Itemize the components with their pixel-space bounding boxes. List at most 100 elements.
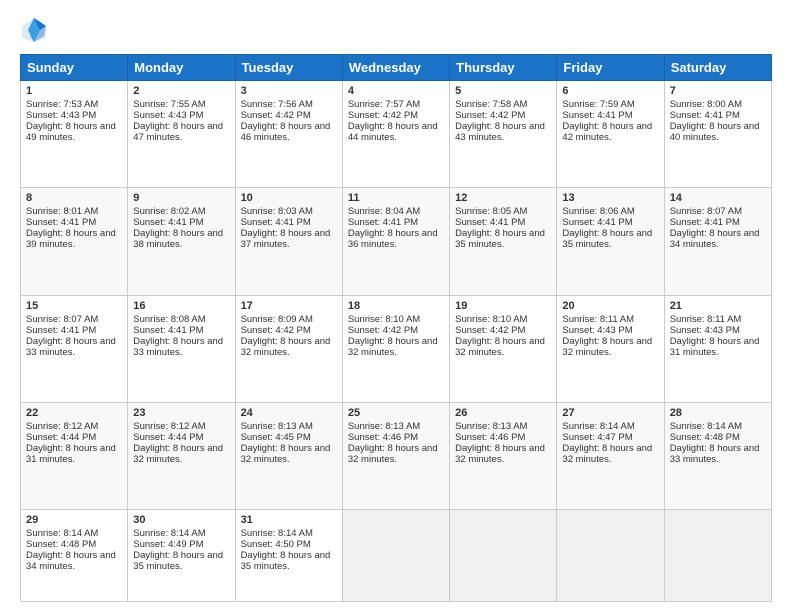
- sunrise-text: Sunrise: 8:07 AM: [26, 314, 98, 325]
- day-number: 30: [133, 514, 229, 526]
- sunset-text: Sunset: 4:44 PM: [133, 432, 203, 443]
- day-number: 24: [241, 407, 337, 419]
- sunset-text: Sunset: 4:43 PM: [670, 325, 740, 336]
- sunset-text: Sunset: 4:41 PM: [670, 110, 740, 121]
- sunrise-text: Sunrise: 7:59 AM: [562, 99, 634, 110]
- sunset-text: Sunset: 4:41 PM: [348, 217, 418, 228]
- daylight-text: Daylight: 8 hours and 47 minutes.: [133, 121, 223, 143]
- column-header-tuesday: Tuesday: [235, 55, 342, 81]
- daylight-text: Daylight: 8 hours and 32 minutes.: [455, 443, 545, 465]
- sunset-text: Sunset: 4:44 PM: [26, 432, 96, 443]
- daylight-text: Daylight: 8 hours and 34 minutes.: [26, 550, 116, 572]
- calendar-cell: 18Sunrise: 8:10 AMSunset: 4:42 PMDayligh…: [342, 295, 449, 402]
- daylight-text: Daylight: 8 hours and 32 minutes.: [241, 336, 331, 358]
- calendar-cell: [664, 510, 771, 602]
- daylight-text: Daylight: 8 hours and 43 minutes.: [455, 121, 545, 143]
- calendar-cell: 2Sunrise: 7:55 AMSunset: 4:43 PMDaylight…: [128, 81, 235, 188]
- sunrise-text: Sunrise: 8:12 AM: [26, 421, 98, 432]
- column-header-friday: Friday: [557, 55, 664, 81]
- sunrise-text: Sunrise: 8:14 AM: [562, 421, 634, 432]
- calendar-cell: 22Sunrise: 8:12 AMSunset: 4:44 PMDayligh…: [21, 402, 128, 509]
- calendar-cell: 12Sunrise: 8:05 AMSunset: 4:41 PMDayligh…: [450, 188, 557, 295]
- column-header-saturday: Saturday: [664, 55, 771, 81]
- calendar-cell: [450, 510, 557, 602]
- week-row-2: 8Sunrise: 8:01 AMSunset: 4:41 PMDaylight…: [21, 188, 772, 295]
- sunset-text: Sunset: 4:42 PM: [241, 325, 311, 336]
- day-number: 31: [241, 514, 337, 526]
- sunrise-text: Sunrise: 8:09 AM: [241, 314, 313, 325]
- column-header-thursday: Thursday: [450, 55, 557, 81]
- column-header-monday: Monday: [128, 55, 235, 81]
- sunrise-text: Sunrise: 8:07 AM: [670, 206, 742, 217]
- daylight-text: Daylight: 8 hours and 38 minutes.: [133, 228, 223, 250]
- sunrise-text: Sunrise: 8:02 AM: [133, 206, 205, 217]
- sunset-text: Sunset: 4:42 PM: [241, 110, 311, 121]
- calendar-cell: 26Sunrise: 8:13 AMSunset: 4:46 PMDayligh…: [450, 402, 557, 509]
- calendar-cell: 10 Sunrise: 8:03 AMSunset: 4:41 PMDayligh…: [235, 188, 342, 295]
- sunrise-text: Sunrise: 8:03 AM: [241, 206, 313, 217]
- sunset-text: Sunset: 4:41 PM: [670, 217, 740, 228]
- calendar-cell: 29Sunrise: 8:14 AMSunset: 4:48 PMDayligh…: [21, 510, 128, 602]
- day-number: 15: [26, 300, 122, 312]
- sunset-text: Sunset: 4:43 PM: [26, 110, 96, 121]
- calendar-cell: 16Sunrise: 8:08 AMSunset: 4:41 PMDayligh…: [128, 295, 235, 402]
- week-row-4: 22Sunrise: 8:12 AMSunset: 4:44 PMDayligh…: [21, 402, 772, 509]
- day-number: 12: [455, 192, 551, 204]
- logo: [20, 16, 52, 44]
- sunset-text: Sunset: 4:47 PM: [562, 432, 632, 443]
- day-number: 26: [455, 407, 551, 419]
- calendar-cell: [557, 510, 664, 602]
- calendar-body: 1Sunrise: 7:53 AMSunset: 4:43 PMDaylight…: [21, 81, 772, 602]
- sunrise-text: Sunrise: 8:14 AM: [26, 528, 98, 539]
- column-header-wednesday: Wednesday: [342, 55, 449, 81]
- daylight-text: Daylight: 8 hours and 46 minutes.: [241, 121, 331, 143]
- sunset-text: Sunset: 4:41 PM: [455, 217, 525, 228]
- day-number: 11: [348, 192, 444, 204]
- calendar-cell: 5Sunrise: 7:58 AMSunset: 4:42 PMDaylight…: [450, 81, 557, 188]
- daylight-text: Daylight: 8 hours and 35 minutes.: [241, 550, 331, 572]
- calendar-cell: 8Sunrise: 8:01 AMSunset: 4:41 PMDaylight…: [21, 188, 128, 295]
- sunset-text: Sunset: 4:41 PM: [26, 217, 96, 228]
- daylight-text: Daylight: 8 hours and 33 minutes.: [26, 336, 116, 358]
- day-number: 4: [348, 85, 444, 97]
- calendar-cell: 25Sunrise: 8:13 AMSunset: 4:46 PMDayligh…: [342, 402, 449, 509]
- day-number: 17: [241, 300, 337, 312]
- day-number: 16: [133, 300, 229, 312]
- day-number: 1: [26, 85, 122, 97]
- sunrise-text: Sunrise: 8:13 AM: [348, 421, 420, 432]
- day-number: 8: [26, 192, 122, 204]
- sunset-text: Sunset: 4:41 PM: [241, 217, 311, 228]
- sunrise-text: Sunrise: 8:05 AM: [455, 206, 527, 217]
- sunrise-text: Sunrise: 8:12 AM: [133, 421, 205, 432]
- day-number: 3: [241, 85, 337, 97]
- sunset-text: Sunset: 4:48 PM: [26, 539, 96, 550]
- sunset-text: Sunset: 4:41 PM: [133, 217, 203, 228]
- calendar-header-row: SundayMondayTuesdayWednesdayThursdayFrid…: [21, 55, 772, 81]
- sunset-text: Sunset: 4:45 PM: [241, 432, 311, 443]
- day-number: 19: [455, 300, 551, 312]
- day-number: 6: [562, 85, 658, 97]
- sunset-text: Sunset: 4:48 PM: [670, 432, 740, 443]
- sunrise-text: Sunrise: 7:57 AM: [348, 99, 420, 110]
- day-number: 9: [133, 192, 229, 204]
- daylight-text: Daylight: 8 hours and 49 minutes.: [26, 121, 116, 143]
- day-number: 25: [348, 407, 444, 419]
- daylight-text: Daylight: 8 hours and 37 minutes.: [241, 228, 331, 250]
- sunrise-text: Sunrise: 7:53 AM: [26, 99, 98, 110]
- daylight-text: Daylight: 8 hours and 35 minutes.: [133, 550, 223, 572]
- header: [20, 16, 772, 44]
- day-number: 23: [133, 407, 229, 419]
- calendar-cell: 28Sunrise: 8:14 AMSunset: 4:48 PMDayligh…: [664, 402, 771, 509]
- sunrise-text: Sunrise: 8:14 AM: [133, 528, 205, 539]
- sunset-text: Sunset: 4:41 PM: [133, 325, 203, 336]
- daylight-text: Daylight: 8 hours and 33 minutes.: [133, 336, 223, 358]
- day-number: 27: [562, 407, 658, 419]
- sunrise-text: Sunrise: 8:10 AM: [348, 314, 420, 325]
- calendar-cell: 20Sunrise: 8:11 AMSunset: 4:43 PMDayligh…: [557, 295, 664, 402]
- day-number: 10: [241, 192, 337, 204]
- day-number: 20: [562, 300, 658, 312]
- daylight-text: Daylight: 8 hours and 39 minutes.: [26, 228, 116, 250]
- daylight-text: Daylight: 8 hours and 32 minutes.: [455, 336, 545, 358]
- sunrise-text: Sunrise: 8:11 AM: [562, 314, 634, 325]
- day-number: 21: [670, 300, 766, 312]
